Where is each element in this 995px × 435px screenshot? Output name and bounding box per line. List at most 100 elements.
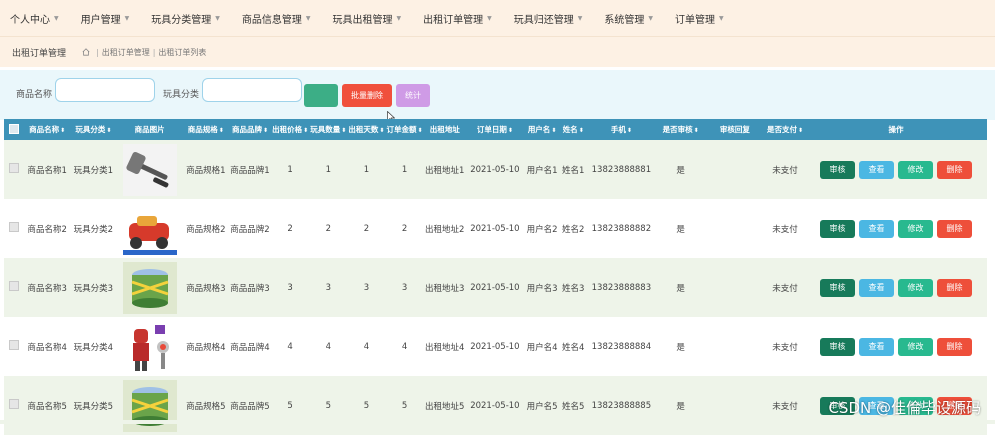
nav-item-3[interactable]: 玩具分类管理 ▼ xyxy=(151,11,242,26)
sort-icon[interactable]: ⬍ xyxy=(508,127,513,134)
audit-button[interactable]: 审核 xyxy=(820,219,856,238)
search-button[interactable] xyxy=(304,84,338,107)
column-header[interactable]: 是否支付⬍ xyxy=(764,119,806,140)
column-header[interactable]: 玩具分类⬍ xyxy=(70,119,117,140)
view-button[interactable]: 查看 xyxy=(859,278,895,297)
row-checkbox[interactable] xyxy=(9,281,20,291)
nav-item-1[interactable]: 个人中心 ▼ xyxy=(10,11,81,26)
sort-icon[interactable]: ⬍ xyxy=(798,127,803,134)
cell-qty: 4 xyxy=(309,317,348,376)
table-row[interactable]: 商品名称4 玩具分类4 商品规格4 商品品牌4 4 4 4 4 出租地址4 2021-05-10 用… xyxy=(4,317,987,376)
cell-name: 商品名称4 xyxy=(24,317,71,376)
name-input[interactable] xyxy=(55,78,155,102)
column-header[interactable]: 是否审核⬍ xyxy=(656,119,705,140)
batch-delete-button[interactable]: 批量删除 xyxy=(342,84,392,107)
sort-icon[interactable]: ⬍ xyxy=(341,127,346,134)
column-header[interactable]: 订单金额⬍ xyxy=(385,119,424,140)
cell-addr: 出租地址3 xyxy=(423,258,466,317)
edit-button[interactable]: 修改 xyxy=(898,337,934,356)
sort-icon[interactable]: ⬍ xyxy=(106,127,111,134)
sort-icon[interactable]: ⬍ xyxy=(418,127,423,134)
column-header[interactable]: 商品名称⬍ xyxy=(24,119,71,140)
audit-button[interactable]: 审核 xyxy=(820,160,856,179)
sort-icon[interactable]: ⬍ xyxy=(379,127,384,134)
nav-item-label: 玩具归还管理 xyxy=(513,14,574,26)
product-image-cell xyxy=(116,258,183,317)
product-image xyxy=(122,143,177,196)
table-row[interactable]: 商品名称3 玩具分类3 商品规格3 商品品牌3 3 3 3 3 出租地址3 2021-05-10 用… xyxy=(4,258,987,317)
view-button[interactable]: 查看 xyxy=(859,219,895,238)
product-image xyxy=(122,320,177,373)
stats-button[interactable]: 统计 xyxy=(396,84,430,107)
nav-item-9[interactable]: 订单管理 ▼ xyxy=(675,11,746,26)
sort-icon[interactable]: ⬍ xyxy=(219,127,224,134)
column-header[interactable]: 用户名⬍ xyxy=(524,119,561,140)
column-header-label: 手机 xyxy=(610,125,626,134)
view-button[interactable]: 查看 xyxy=(859,160,895,179)
column-header[interactable]: 出租价格⬍ xyxy=(271,119,310,140)
column-header[interactable]: 姓名⬍ xyxy=(560,119,587,140)
column-header-label: 姓名 xyxy=(562,125,578,134)
nav-item-7[interactable]: 玩具归还管理 ▼ xyxy=(514,11,605,26)
product-image-cell xyxy=(116,140,183,199)
row-actions: 审核 查看 修改 删除 xyxy=(805,219,987,238)
nav-item-8[interactable]: 系统管理 ▼ xyxy=(604,11,675,26)
category-input[interactable] xyxy=(202,78,302,102)
cell-price: 1 xyxy=(271,140,310,199)
sort-icon[interactable]: ⬍ xyxy=(60,127,65,134)
row-checkbox[interactable] xyxy=(9,340,20,350)
column-header[interactable]: 商品品牌⬍ xyxy=(228,119,272,140)
nav-item-label: 个人中心 xyxy=(10,14,50,26)
edit-button[interactable]: 修改 xyxy=(898,160,934,179)
table-row[interactable]: 商品名称1 玩具分类1 商品规格1 商品品牌1 1 1 1 1 出租地址1 2021-05-10 用… xyxy=(4,140,987,199)
delete-button[interactable]: 删除 xyxy=(937,219,973,238)
cell-qty: 3 xyxy=(309,258,348,317)
row-select-cell xyxy=(4,199,25,258)
chevron-down-icon: ▼ xyxy=(305,14,311,22)
delete-button[interactable]: 删除 xyxy=(937,278,973,297)
cell-name: 商品名称1 xyxy=(24,140,71,199)
sort-icon[interactable]: ⬍ xyxy=(303,127,308,134)
audit-button[interactable]: 审核 xyxy=(820,337,856,356)
table-body: 商品名称1 玩具分类1 商品规格1 商品品牌1 1 1 1 1 出租地址1 2021-05-10 用… xyxy=(4,140,987,435)
cell-audit: 是 xyxy=(656,376,705,435)
view-button[interactable]: 查看 xyxy=(859,337,895,356)
row-checkbox[interactable] xyxy=(9,222,20,232)
cell-real: 姓名4 xyxy=(560,317,587,376)
row-checkbox[interactable] xyxy=(9,163,20,173)
breadcrumb-item[interactable]: 出租订单管理 xyxy=(102,47,150,58)
cell-brand: 商品品牌5 xyxy=(228,376,272,435)
nav-item-label: 出租订单管理 xyxy=(423,14,484,26)
delete-button[interactable]: 删除 xyxy=(937,160,973,179)
column-header[interactable]: 手机⬍ xyxy=(586,119,657,140)
edit-button[interactable]: 修改 xyxy=(898,278,934,297)
cell-addr: 出租地址5 xyxy=(423,376,466,435)
delete-button[interactable]: 删除 xyxy=(937,337,973,356)
select-all-checkbox[interactable] xyxy=(9,123,20,134)
table-row[interactable]: 商品名称2 玩具分类2 商品规格2 商品品牌2 2 2 2 2 出租地址2 2021-05-10 用… xyxy=(4,199,987,258)
home-icon[interactable] xyxy=(82,48,90,56)
column-header[interactable]: 玩具数量⬍ xyxy=(309,119,348,140)
audit-button[interactable]: 审核 xyxy=(820,278,856,297)
sort-icon[interactable]: ⬍ xyxy=(627,127,632,134)
nav-item-6[interactable]: 出租订单管理 ▼ xyxy=(423,11,514,26)
row-actions: 审核 查看 修改 删除 xyxy=(805,160,987,179)
cell-price: 2 xyxy=(271,199,310,258)
cell-spec: 商品规格2 xyxy=(182,199,229,258)
nav-item-5[interactable]: 玩具出租管理 ▼ xyxy=(333,11,424,26)
sort-icon[interactable]: ⬍ xyxy=(263,127,268,134)
sort-icon[interactable]: ⬍ xyxy=(579,127,584,134)
column-header[interactable]: 出租天数⬍ xyxy=(347,119,386,140)
column-header[interactable]: 订单日期⬍ xyxy=(465,119,525,140)
nav-item-4[interactable]: 商品信息管理 ▼ xyxy=(242,11,333,26)
row-checkbox[interactable] xyxy=(9,399,20,409)
column-header[interactable]: 商品规格⬍ xyxy=(182,119,229,140)
nav-item-2[interactable]: 用户管理 ▼ xyxy=(81,11,152,26)
cell-paid: 未支付 xyxy=(764,199,806,258)
sort-icon[interactable]: ⬍ xyxy=(551,127,556,134)
cell-days: 5 xyxy=(347,376,386,435)
edit-button[interactable]: 修改 xyxy=(898,219,934,238)
column-header-label: 商品图片 xyxy=(134,125,165,134)
sort-icon[interactable]: ⬍ xyxy=(694,127,699,134)
cell-days: 3 xyxy=(347,258,386,317)
